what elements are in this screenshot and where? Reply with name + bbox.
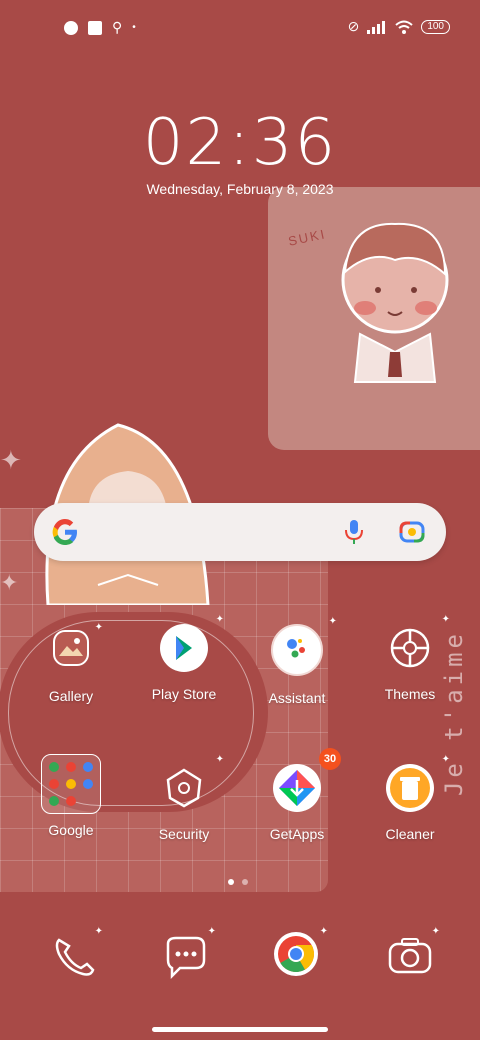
assistant-icon: ✦ [271,616,337,676]
sparkle-icon: ✦ [207,926,216,937]
gallery-icon: ✦ [53,622,103,666]
getapps-icon: 30 [273,748,341,812]
gesture-nav-bar[interactable] [152,1027,328,1032]
sparkle-icon: ✦ [215,614,224,625]
status-bar: ⚲ • ⊘ 100 [0,0,480,56]
app-gallery[interactable]: ✦ Gallery [15,622,127,704]
clock-time[interactable]: 02:36 [0,106,480,180]
sparkle-icon: ✦ [431,926,440,937]
themes-icon: ✦ [386,614,450,672]
app-label: GetApps [269,826,325,842]
app-label: Security [158,826,210,842]
chrome-icon [274,932,318,976]
camera-icon [388,938,432,974]
sparkle-deco: ✦ [0,570,19,595]
messages-icon [166,936,206,980]
app-label: Themes [384,686,436,702]
sparkle-icon: ✦ [94,622,103,633]
sparkle-icon: ✦ [319,926,328,937]
status-right: ⊘ 100 [348,18,450,35]
page-dot-active [228,879,234,885]
app-cleaner[interactable]: ✦ Cleaner [354,754,466,842]
google-logo-icon [52,519,77,545]
dot-icon: • [132,22,136,33]
app-security[interactable]: ✦ Security [128,754,240,842]
sparkle-icon: ✦ [441,754,450,765]
sparkle-icon: ✦ [215,754,224,765]
security-icon: ✦ [160,754,224,812]
signal-icon [367,20,386,34]
lens-icon[interactable] [398,518,426,546]
notification-icon [64,20,78,35]
vibrate-off-icon: ⊘ [347,18,360,34]
clock-date[interactable]: Wednesday, February 8, 2023 [0,181,480,197]
app-label: Play Store [151,686,217,702]
square-notification-icon [88,20,102,35]
notification-badge: 30 [319,748,341,770]
app-google-folder[interactable]: Google [15,754,127,838]
mic-icon[interactable] [343,518,365,546]
google-folder-icon [41,754,101,814]
app-label: Cleaner [385,826,435,842]
dock-chrome[interactable]: ✦ [272,926,328,982]
app-play-store[interactable]: ✦ Play Store [128,614,240,702]
app-themes[interactable]: ✦ Themes [354,614,466,702]
app-label: Assistant [268,690,326,706]
sparkle-deco: ✦ [0,445,22,475]
phone-icon [55,938,95,976]
sparkle-icon: ✦ [328,616,337,627]
app-label: Gallery [48,688,94,704]
app-getapps[interactable]: 30 GetApps [241,748,353,842]
dock-camera[interactable]: ✦ [384,926,440,982]
boy-illustration [341,222,449,383]
dock-messages[interactable]: ✦ [160,926,216,982]
wifi-icon [395,20,413,34]
google-search-bar[interactable] [34,503,446,561]
status-left: ⚲ • [64,19,136,36]
app-assistant[interactable]: ✦ Assistant [241,616,353,706]
play-store-icon: ✦ [160,614,224,672]
sparkle-icon: ✦ [94,926,103,937]
sparkle-icon: ✦ [441,614,450,625]
page-dot [242,879,248,885]
location-icon: ⚲ [112,19,123,35]
battery-indicator: 100 [421,19,450,34]
cleaner-icon: ✦ [386,754,450,812]
dock-phone[interactable]: ✦ [47,926,103,982]
page-indicator [228,879,248,885]
app-label: Google [48,822,94,838]
